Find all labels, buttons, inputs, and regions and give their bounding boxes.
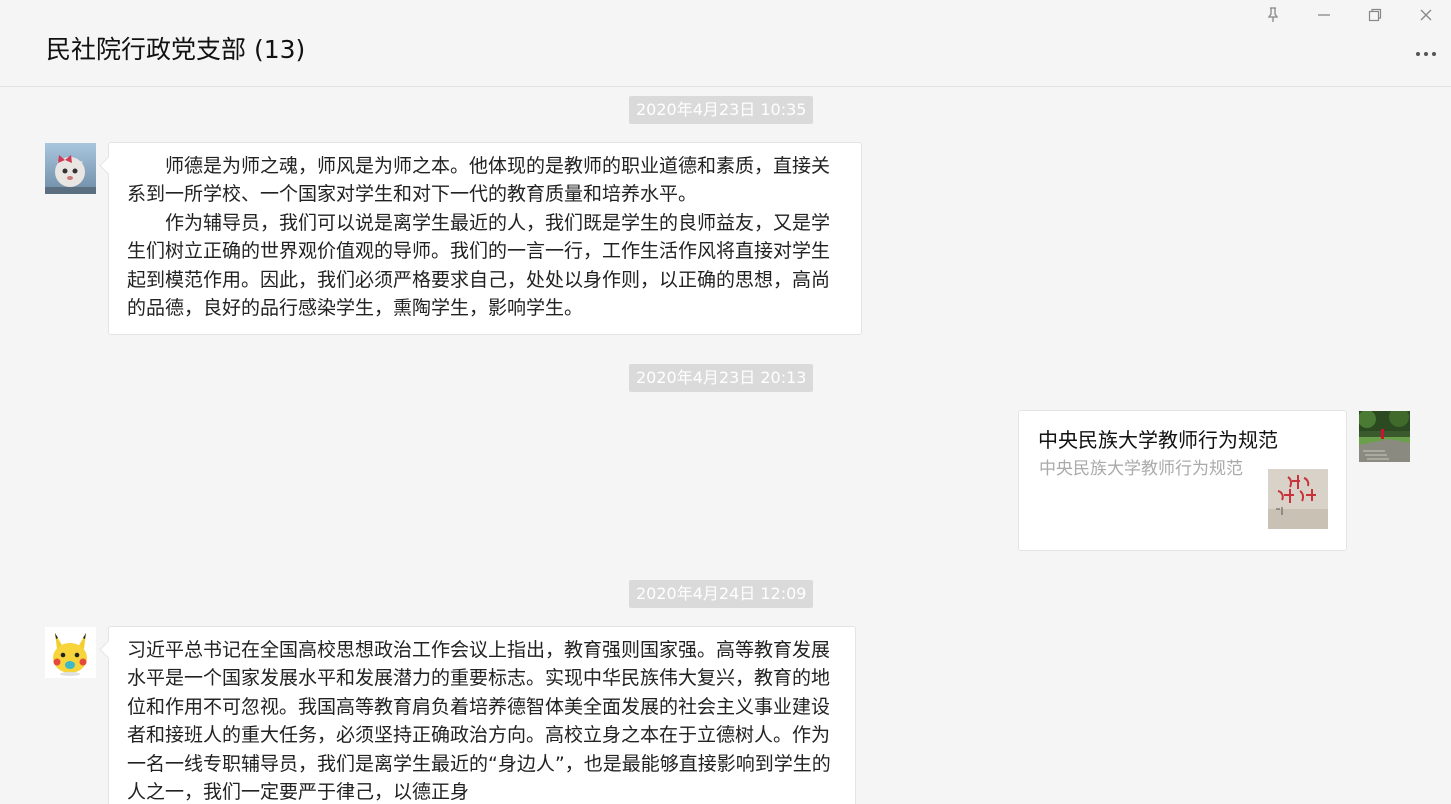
link-card[interactable]: 中央民族大学教师行为规范 中央民族大学教师行为规范 [1018, 410, 1347, 551]
timestamp: 2020年4月23日 10:35 [629, 96, 814, 124]
message-paragraph: 师德是为师之魂，师风是为师之本。他体现的是教师的职业道德和素质，直接关系到一所学… [127, 155, 831, 206]
card-title: 中央民族大学教师行为规范 [1038, 428, 1278, 452]
more-icon[interactable] [1409, 44, 1443, 64]
pikachu-avatar[interactable] [45, 627, 96, 678]
timestamp: 2020年4月23日 20:13 [629, 364, 814, 392]
message-text: 习近平总书记在全国高校思想政治工作会议上指出，教育强则国家强。高等教育发展水平是… [127, 639, 831, 804]
cat-avatar[interactable] [45, 143, 96, 194]
message-bubble[interactable]: 习近平总书记在全国高校思想政治工作会议上指出，教育强则国家强。高等教育发展水平是… [108, 626, 856, 804]
close-icon[interactable] [1400, 0, 1451, 30]
chat-title: 民社院行政党支部 (13) [46, 35, 306, 64]
restore-icon[interactable] [1349, 0, 1400, 30]
message-paragraph: 作为辅导员，我们可以说是离学生最近的人，我们既是学生的良师益友，又是学生们树立正… [127, 211, 831, 320]
chat-window: 民社院行政党支部 (13) 2020年4月23日 10:35 师德是为师之魂，师… [0, 0, 1451, 804]
card-description: 中央民族大学教师行为规范 [1039, 459, 1243, 479]
message-bubble[interactable]: 师德是为师之魂，师风是为师之本。他体现的是教师的职业道德和素质，直接关系到一所学… [108, 142, 862, 335]
chat-header: 民社院行政党支部 (13) [0, 0, 1451, 87]
park-avatar[interactable] [1359, 411, 1410, 462]
timestamp: 2020年4月24日 12:09 [629, 580, 814, 608]
window-controls [1247, 0, 1451, 30]
pin-icon[interactable] [1247, 0, 1298, 30]
calligraphy-thumbnail [1268, 469, 1328, 529]
minimize-icon[interactable] [1298, 0, 1349, 30]
